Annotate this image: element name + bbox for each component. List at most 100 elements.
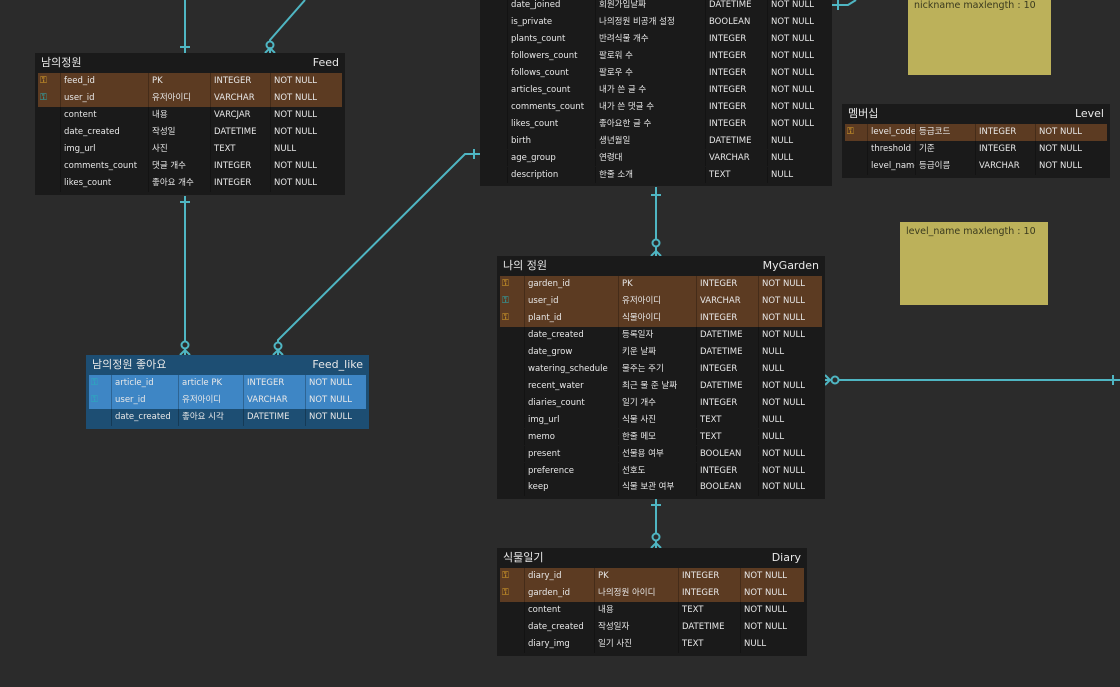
note-level-name[interactable]: level_name maxlength : 10 [900,222,1048,305]
column-nullability: NOT NULL [767,81,829,99]
table-row[interactable]: plants_count 반려식물 개수 INTEGER NOT NULL [483,31,829,48]
key-icon-cell [500,602,524,619]
primary-key-icon: ⚿ [847,127,854,138]
table-row[interactable]: keep 식물 보관 여부 BOOLEAN NOT NULL [500,479,822,497]
table-diary[interactable]: 식물일기 Diary ⚿ diary_id PK INTEGER NOT NULL ⚿ ga… [497,548,807,656]
table-row[interactable]: diaries_count 일기 개수 INTEGER NOT NULL [500,394,822,412]
edge-feed-top-b[interactable] [269,0,306,53]
table-header: 남의정원 좋아요 Feed_like [89,355,366,375]
edge-mygarden-right-circle [830,375,840,385]
table-row[interactable]: date_created 좋아요 시각 DATETIME NOT NULL [89,409,366,426]
table-row[interactable]: ⚿ feed_id PK INTEGER NOT NULL [38,73,342,90]
column-name: present [524,445,618,463]
column-name: watering_schedule [524,360,618,378]
column-name: article_id [111,375,178,392]
table-row[interactable]: diary_img 일기 사진 TEXT NULL [500,635,804,653]
table-rows: ⚿ level_code 등급코드 INTEGER NOT NULL threshold 기… [845,124,1107,175]
table-level[interactable]: 멤버십 Level ⚿ level_code 등급코드 INTEGER NOT NULL… [842,104,1110,178]
table-row[interactable]: date_grow 키운 날짜 DATETIME NULL [500,343,822,361]
column-logical-name: 좋아요 개수 [148,174,210,192]
table-row[interactable]: content 내용 TEXT NOT NULL [500,602,804,619]
table-row[interactable]: comments_count 내가 쓴 댓글 수 INTEGER NOT NULL [483,98,829,116]
edge-user-topright[interactable] [832,0,857,6]
note-nickname[interactable]: nickname maxlength : 10 [908,0,1051,75]
table-row[interactable]: memo 한줄 메모 TEXT NULL [500,428,822,446]
table-row[interactable]: likes_count 좋아요 개수 INTEGER NOT NULL [38,174,342,192]
table-row[interactable]: date_joined 회원가입날짜 DATETIME NOT NULL [483,0,829,14]
column-type: DATETIME [696,327,758,344]
table-row[interactable]: likes_count 좋아요한 글 수 INTEGER NOT NULL [483,115,829,133]
column-logical-name: PK [594,568,678,585]
table-row[interactable]: content 내용 VARCJAR NOT NULL [38,107,342,124]
column-logical-name: 선물용 여부 [618,445,696,463]
table-logical-name: 남의정원 [41,56,82,69]
column-type: VARCHAR [210,90,270,107]
key-icon-cell [500,327,524,344]
table-row[interactable]: ⚿ diary_id PK INTEGER NOT NULL [500,568,804,585]
column-type: INTEGER [975,124,1035,141]
table-row[interactable]: ⚿ user_id 유저아이디 VARCHAR NOT NULL [38,90,342,107]
column-nullability: NOT NULL [740,602,804,619]
column-nullability: NOT NULL [767,98,829,116]
column-type: INTEGER [696,310,758,327]
table-mygarden[interactable]: 나의 정원 MyGarden ⚿ garden_id PK INTEGER NOT NU… [497,256,825,500]
column-logical-name: 유저아이디 [618,293,696,310]
column-logical-name: 연령대 [595,149,705,167]
column-name: date_grow [524,343,618,361]
table-row[interactable]: threshold 기준 INTEGER NOT NULL [845,141,1107,158]
table-row[interactable]: ⚿ plant_id 식물아이디 INTEGER NOT NULL [500,310,822,327]
table-row[interactable]: date_created 등록일자 DATETIME NOT NULL [500,327,822,344]
column-name: follows_count [507,64,595,82]
column-nullability: NOT NULL [758,276,822,293]
column-name: likes_count [507,115,595,133]
table-row[interactable]: date_created 작성일 DATETIME NOT NULL [38,124,342,141]
table-row[interactable]: watering_schedule 물주는 주기 INTEGER NULL [500,360,822,378]
column-name: date_created [524,327,618,344]
table-user[interactable]: date_joined 회원가입날짜 DATETIME NOT NULL is_priv… [480,0,832,187]
table-row[interactable]: ⚿ garden_id 나의정원 아이디 INTEGER NOT NULL [500,585,804,602]
table-row[interactable]: img_url 식물 사진 TEXT NULL [500,411,822,429]
table-row[interactable]: ⚿ user_id 유저아이디 VARCHAR NOT NULL [89,392,366,409]
table-feed-like[interactable]: 남의정원 좋아요 Feed_like ⚿ article_id article PK… [86,355,369,429]
column-nullability: NULL [767,166,829,184]
table-row[interactable]: followers_count 팔로워 수 INTEGER NOT NULL [483,48,829,65]
column-logical-name: 회원가입날짜 [595,0,705,14]
table-row[interactable]: present 선물용 여부 BOOLEAN NOT NULL [500,445,822,463]
column-name: plant_id [524,310,618,327]
table-physical-name: Feed [312,56,339,69]
table-physical-name: Feed_like [312,358,363,371]
column-logical-name: 최근 물 준 날짜 [618,377,696,395]
table-row[interactable]: level_name 등급이름 VARCHAR NOT NULL [845,158,1107,175]
key-icon-cell [483,99,507,116]
table-row[interactable]: is_private 나의정원 비공개 설정 BOOLEAN NOT NULL [483,14,829,31]
column-type: INTEGER [210,73,270,90]
table-row[interactable]: date_created 작성일자 DATETIME NOT NULL [500,619,804,636]
table-row[interactable]: recent_water 최근 물 준 날짜 DATETIME NOT NULL [500,377,822,395]
column-nullability: NOT NULL [758,327,822,344]
table-row[interactable]: description 한줄 소개 TEXT NULL [483,166,829,184]
table-row[interactable]: img_url 사진 TEXT NULL [38,140,342,158]
table-row[interactable]: birth 생년월일 DATETIME NULL [483,132,829,150]
column-type: INTEGER [696,462,758,480]
table-feed[interactable]: 남의정원 Feed ⚿ feed_id PK INTEGER NOT NULL ⚿ user… [35,53,345,195]
table-row[interactable]: preference 선호도 INTEGER NOT NULL [500,462,822,480]
table-row[interactable]: comments_count 댓글 개수 INTEGER NOT NULL [38,157,342,175]
table-row[interactable]: follows_count 팔로우 수 INTEGER NOT NULL [483,64,829,82]
column-nullability: NOT NULL [758,377,822,395]
column-name: comments_count [507,98,595,116]
key-icon-cell [483,31,507,48]
table-row[interactable]: ⚿ level_code 등급코드 INTEGER NOT NULL [845,124,1107,141]
column-nullability: NULL [270,140,338,158]
column-name: user_id [111,392,178,409]
table-row[interactable]: ⚿ article_id article PK INTEGER NOT NULL [89,375,366,392]
table-row[interactable]: ⚿ garden_id PK INTEGER NOT NULL [500,276,822,293]
table-row[interactable]: ⚿ user_id 유저아이디 VARCHAR NOT NULL [500,293,822,310]
column-logical-name: 나의정원 아이디 [594,585,678,602]
column-nullability: NOT NULL [767,31,829,48]
column-type: INTEGER [975,141,1035,158]
column-type: TEXT [678,602,740,619]
edge-user-mygarden-circle [651,238,661,248]
note-text: level_name maxlength : 10 [906,226,1036,237]
table-row[interactable]: articles_count 내가 쓴 글 수 INTEGER NOT NULL [483,81,829,99]
table-row[interactable]: age_group 연령대 VARCHAR NULL [483,149,829,167]
